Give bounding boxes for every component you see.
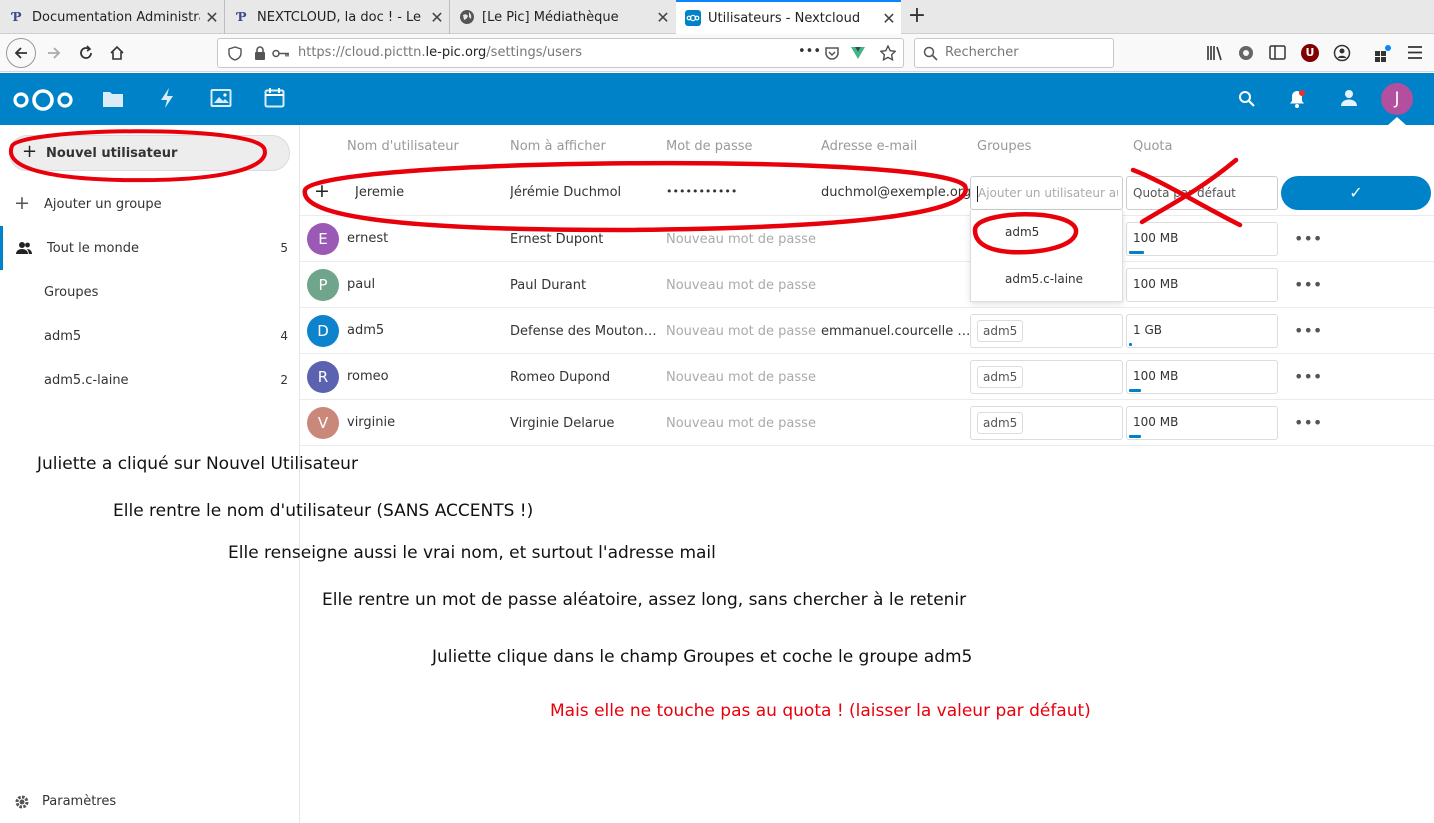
tutorial-note-4: Elle rentre un mot de passe aléatoire, a… (322, 590, 967, 610)
tutorial-note-3: Elle renseigne aussi le vrai nom, et sur… (228, 543, 716, 563)
red-annotation-overlay (8, 129, 1243, 255)
tutorial-note-5: Juliette clique dans le champ Groupes et… (432, 647, 973, 667)
annotation-cross-quota-b (1139, 157, 1239, 225)
tutorial-note-1: Juliette a cliqué sur Nouvel Utilisateur (37, 454, 358, 474)
annotation-ellipse-adm5 (972, 212, 1079, 255)
tutorial-note-2: Elle rentre le nom d'utilisateur (SANS A… (113, 501, 534, 521)
annotation-ellipse-new-row (302, 160, 968, 233)
annotation-ellipse-new-user (8, 129, 267, 183)
tutorial-note-warning: Mais elle ne touche pas au quota ! (lais… (550, 701, 1091, 721)
